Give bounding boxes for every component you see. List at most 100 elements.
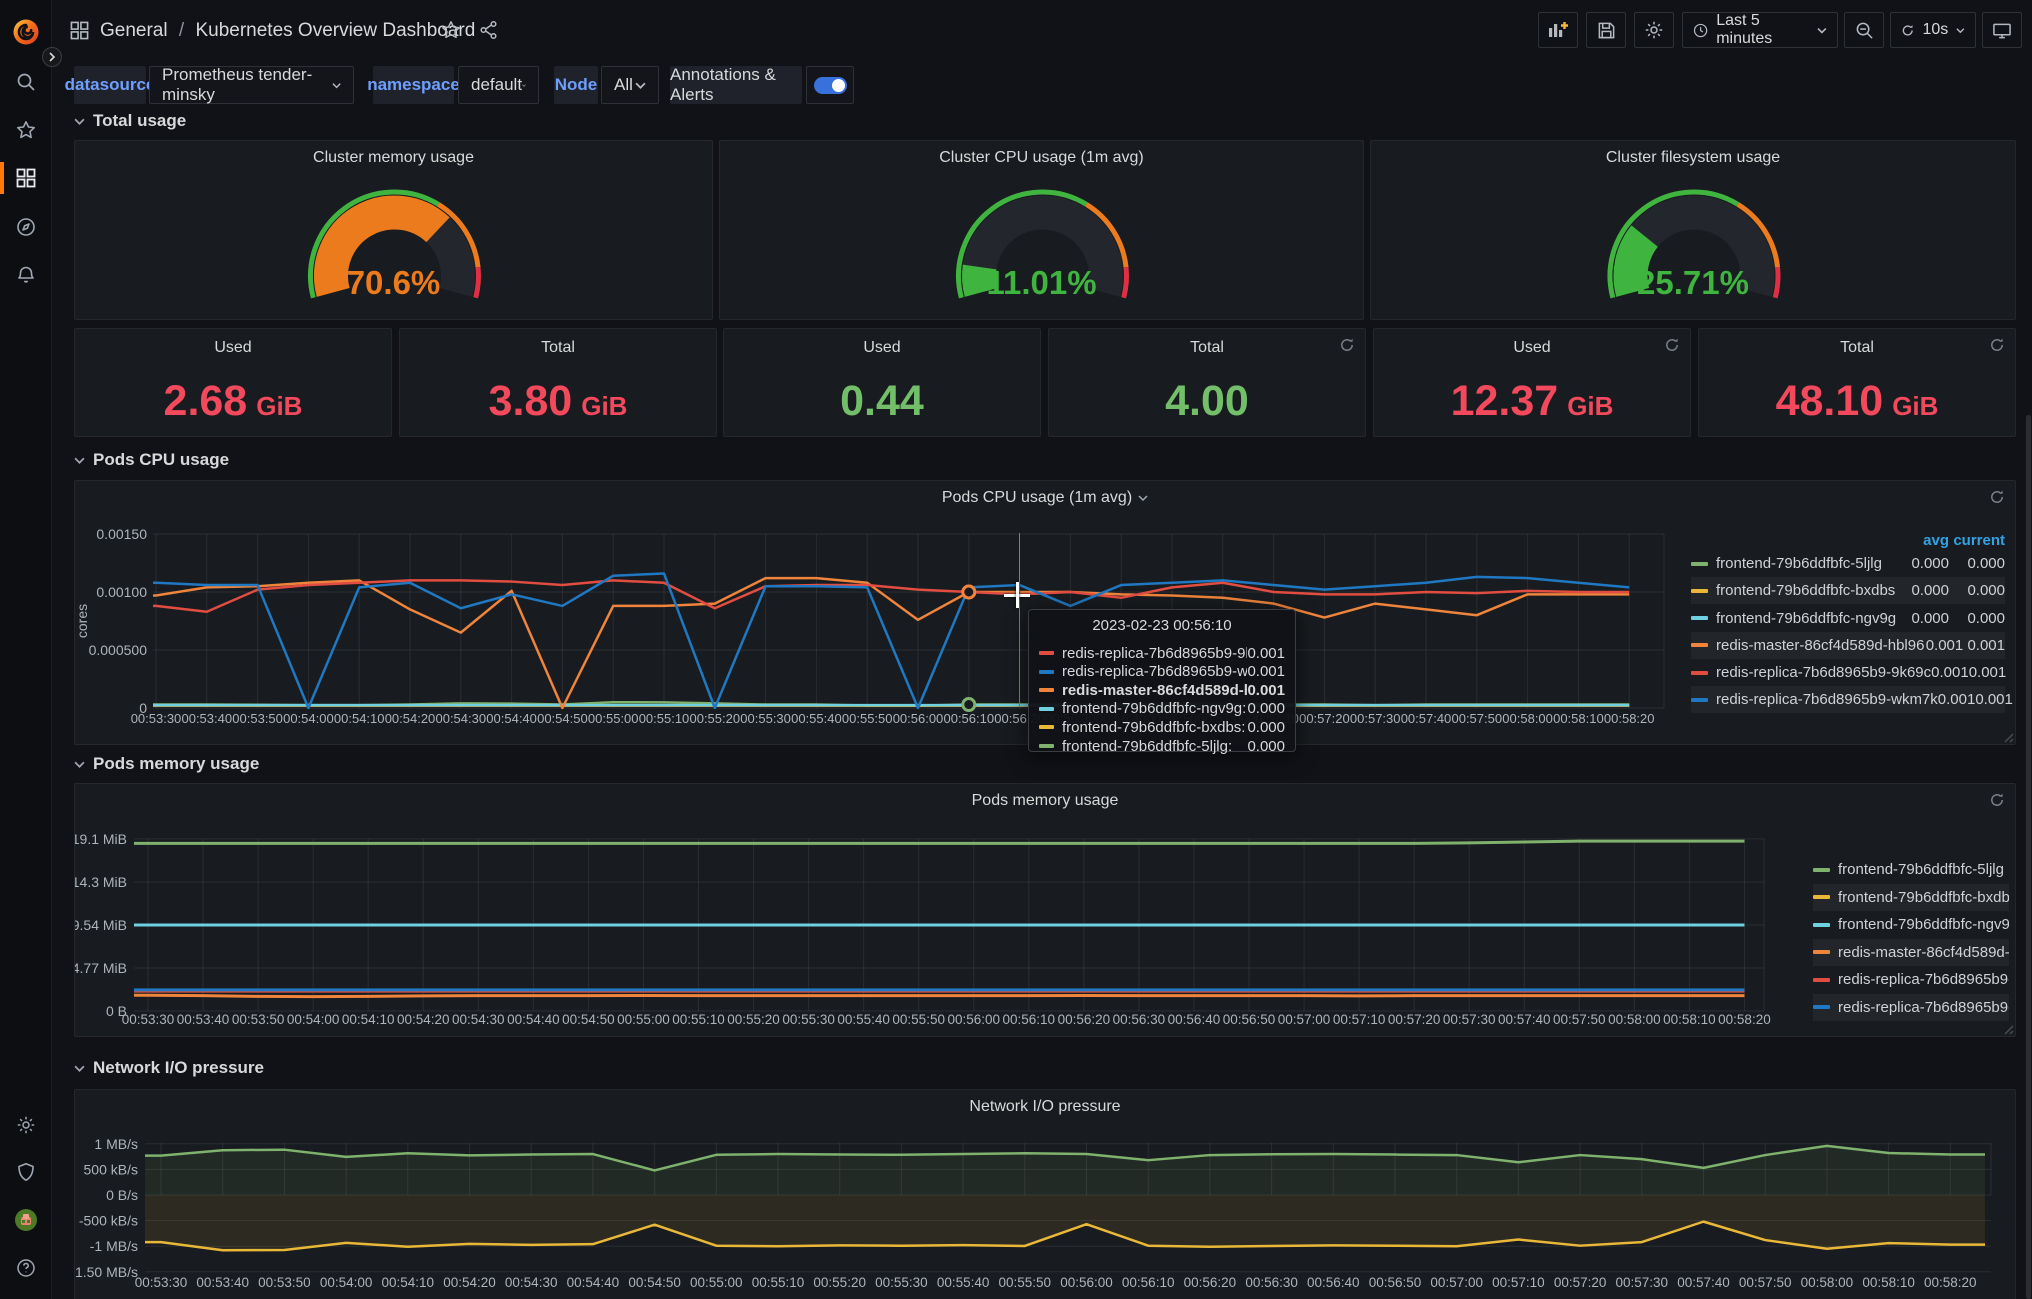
legend-series-name[interactable]: redis-replica-7b6d8965b9-9k69c (1838, 971, 2009, 988)
legend-series-name[interactable]: frontend-79b6ddfbfc-ngv9g (1838, 916, 2009, 933)
variable-value-datasource[interactable]: Prometheus tender-minsky (149, 65, 354, 104)
sidebar-item-alerting[interactable] (0, 257, 52, 293)
sidebar-item-server-admin[interactable] (0, 1154, 52, 1190)
legend-current-value: 0.000 (1967, 609, 2005, 627)
sidebar-item-profile[interactable] (0, 1202, 52, 1238)
stat-number: 48.10 (1775, 377, 1884, 425)
x-axis-label: 00:54:40 (567, 1275, 620, 1290)
zoom-out-icon (1856, 22, 1873, 39)
legend-header-avg[interactable]: avg (1897, 532, 1949, 549)
legend-avg-value: 0.000 (1911, 609, 1949, 627)
legend-series-name[interactable]: redis-master-86cf4d589d-hbl96 (1716, 637, 1924, 654)
legend-row[interactable]: redis-replica-7b6d8965b9-9k69c 0.001 0.001 (1691, 659, 2006, 686)
time-range-label: Last 5 minutes (1716, 12, 1773, 47)
tv-mode-button[interactable] (1982, 12, 2022, 48)
sidebar-item-dashboards[interactable] (0, 160, 52, 196)
breadcrumb-folder[interactable]: General (100, 20, 168, 41)
tooltip-series-name: redis-replica-7b6d8965b9-9k69c: (1062, 644, 1247, 662)
x-axis-label: 00:56:00 (1060, 1275, 1113, 1290)
grafana-logo[interactable] (0, 14, 52, 50)
tooltip-series-color (1039, 651, 1054, 655)
legend-series-color (1691, 561, 1708, 566)
net-chart[interactable]: -1.50 MB/s -1 MB/s -500 kB/s 0 B/s 500 kB/s 1… (75, 1090, 2017, 1299)
refresh-interval-label: 10s (1922, 21, 1949, 38)
save-dashboard-button[interactable] (1586, 12, 1626, 48)
panel-refresh-icon[interactable] (1339, 337, 1355, 353)
legend-row[interactable]: frontend-79b6ddfbfc-5ljlg 0.000 0.000 (1691, 550, 2005, 577)
legend-series-name[interactable]: frontend-79b6ddfbfc-5ljlg (1838, 861, 2009, 878)
legend-series-color (1691, 643, 1708, 648)
breadcrumb-dashboard-title[interactable]: Kubernetes Overview Dashboard (195, 20, 475, 41)
star-dashboard-icon[interactable] (441, 20, 461, 40)
legend-series-name[interactable]: frontend-79b6ddfbfc-bxdbs (1838, 889, 2009, 906)
legend-row[interactable]: frontend-79b6ddfbfc-5ljlg (1813, 856, 2009, 883)
panel-network-io-pressure: Network I/O pressure -1.50 MB/s -1 MB/s -5… (74, 1089, 2016, 1299)
legend-series-name[interactable]: frontend-79b6ddfbfc-ngv9g (1716, 610, 1897, 627)
add-panel-button[interactable] (1538, 12, 1578, 48)
x-axis-label: 00:56:20 (1058, 1012, 1111, 1027)
legend-row[interactable]: redis-master-86cf4d589d-hbl96 (1813, 938, 2009, 966)
legend-series-color (1813, 1005, 1830, 1009)
legend-series-name[interactable]: frontend-79b6ddfbfc-bxdbs (1716, 582, 1897, 599)
panel-cluster-filesystem-usage: Cluster filesystem usage 25.71% (1370, 140, 2016, 320)
time-range-picker[interactable]: Last 5 minutes (1682, 12, 1838, 48)
legend-row[interactable]: redis-replica-7b6d8965b9-wkm7k 0.001 0.001 (1691, 686, 2013, 714)
sidebar-item-explore[interactable] (0, 209, 52, 245)
sidebar-item-help[interactable] (0, 1250, 52, 1286)
legend-header-current[interactable]: current (1949, 532, 2005, 549)
stat-value: 48.10 GiB (1699, 377, 2015, 427)
dashboard-settings-button[interactable] (1634, 12, 1674, 48)
crosshair-cursor (1015, 582, 1019, 608)
section-title: Pods memory usage (93, 754, 260, 773)
legend-series-color (1813, 922, 1830, 927)
panel-refresh-icon[interactable] (1664, 337, 1680, 353)
x-axis-label: 00:57:30 (1616, 1275, 1669, 1290)
y-axis-label: -1 MB/s (90, 1238, 138, 1254)
dashboard-grid-icon (70, 21, 89, 40)
section-pods-cpu[interactable]: Pods CPU usage (74, 447, 229, 473)
legend-row[interactable]: frontend-79b6ddfbfc-bxdbs 0.000 0.000 (1691, 577, 2005, 605)
legend-series-name[interactable]: redis-replica-7b6d8965b9-9k69c (1716, 664, 1931, 681)
section-pods-memory[interactable]: Pods memory usage (74, 751, 259, 777)
sidebar-item-settings[interactable] (0, 1107, 52, 1143)
sidebar-expand-button[interactable] (42, 47, 62, 67)
legend-row[interactable]: frontend-79b6ddfbfc-bxdbs (1813, 883, 2009, 911)
legend-series-name[interactable]: frontend-79b6ddfbfc-5ljlg (1716, 555, 1897, 572)
legend-series-name[interactable]: redis-master-86cf4d589d-hbl96 (1838, 944, 2009, 961)
toggle-pill (813, 76, 847, 94)
legend-row[interactable]: redis-replica-7b6d8965b9-wkm7k (1813, 993, 2009, 1021)
stat-panel: Used 0.44 (723, 328, 1041, 437)
x-axis-label: 00:57:00 (1278, 1012, 1331, 1027)
share-icon[interactable] (479, 20, 499, 40)
mem-chart[interactable]: 0 B4.77 MiB9.54 MiB14.3 MiB19.1 MiB00:53… (75, 784, 2017, 1038)
y-axis-label: 4.77 MiB (75, 960, 127, 976)
section-total-usage[interactable]: Total usage (74, 108, 186, 134)
scrollbar-thumb[interactable] (2026, 415, 2031, 1299)
x-axis-label: 00:56:10 (1003, 1012, 1056, 1027)
legend-avg-value: 0.000 (1911, 582, 1949, 600)
refresh-picker[interactable]: 10s (1890, 12, 1976, 48)
variable-value-node[interactable]: All (601, 66, 659, 104)
stat-value: 3.80 GiB (400, 377, 716, 427)
zoom-out-button[interactable] (1844, 12, 1884, 48)
stat-panel: Total 3.80 GiB (399, 328, 717, 437)
annotations-toggle[interactable] (806, 66, 854, 104)
stat-panel: Used 12.37 GiB (1373, 328, 1691, 437)
legend-series-name[interactable]: redis-replica-7b6d8965b9-wkm7k (1716, 691, 1938, 708)
legend-row[interactable]: redis-master-86cf4d589d-hbl96 0.001 0.001 (1691, 631, 2005, 659)
section-network-io[interactable]: Network I/O pressure (74, 1055, 264, 1081)
x-axis-label: 00:56:30 (1113, 1012, 1166, 1027)
sidebar-item-starred[interactable] (0, 112, 52, 148)
variable-value-namespace[interactable]: default (458, 66, 539, 104)
legend-row[interactable]: frontend-79b6ddfbfc-ngv9g (1813, 911, 2009, 938)
legend-avg-value: 0.001 (1925, 636, 1964, 654)
legend-row[interactable]: frontend-79b6ddfbfc-ngv9g 0.000 0.000 (1691, 605, 2005, 632)
stat-panel: Total 48.10 GiB (1698, 328, 2016, 437)
y-axis-label: 0.00150 (96, 526, 147, 542)
sidebar-item-search[interactable] (0, 64, 52, 100)
legend-series-name[interactable]: redis-replica-7b6d8965b9-wkm7k (1838, 999, 2009, 1016)
panel-refresh-icon[interactable] (1989, 337, 2005, 353)
legend-row[interactable]: redis-replica-7b6d8965b9-9k69c (1813, 966, 2009, 993)
y-axis-label: 0.00100 (96, 584, 147, 600)
x-axis-label: 00:54:30 (452, 1012, 505, 1027)
